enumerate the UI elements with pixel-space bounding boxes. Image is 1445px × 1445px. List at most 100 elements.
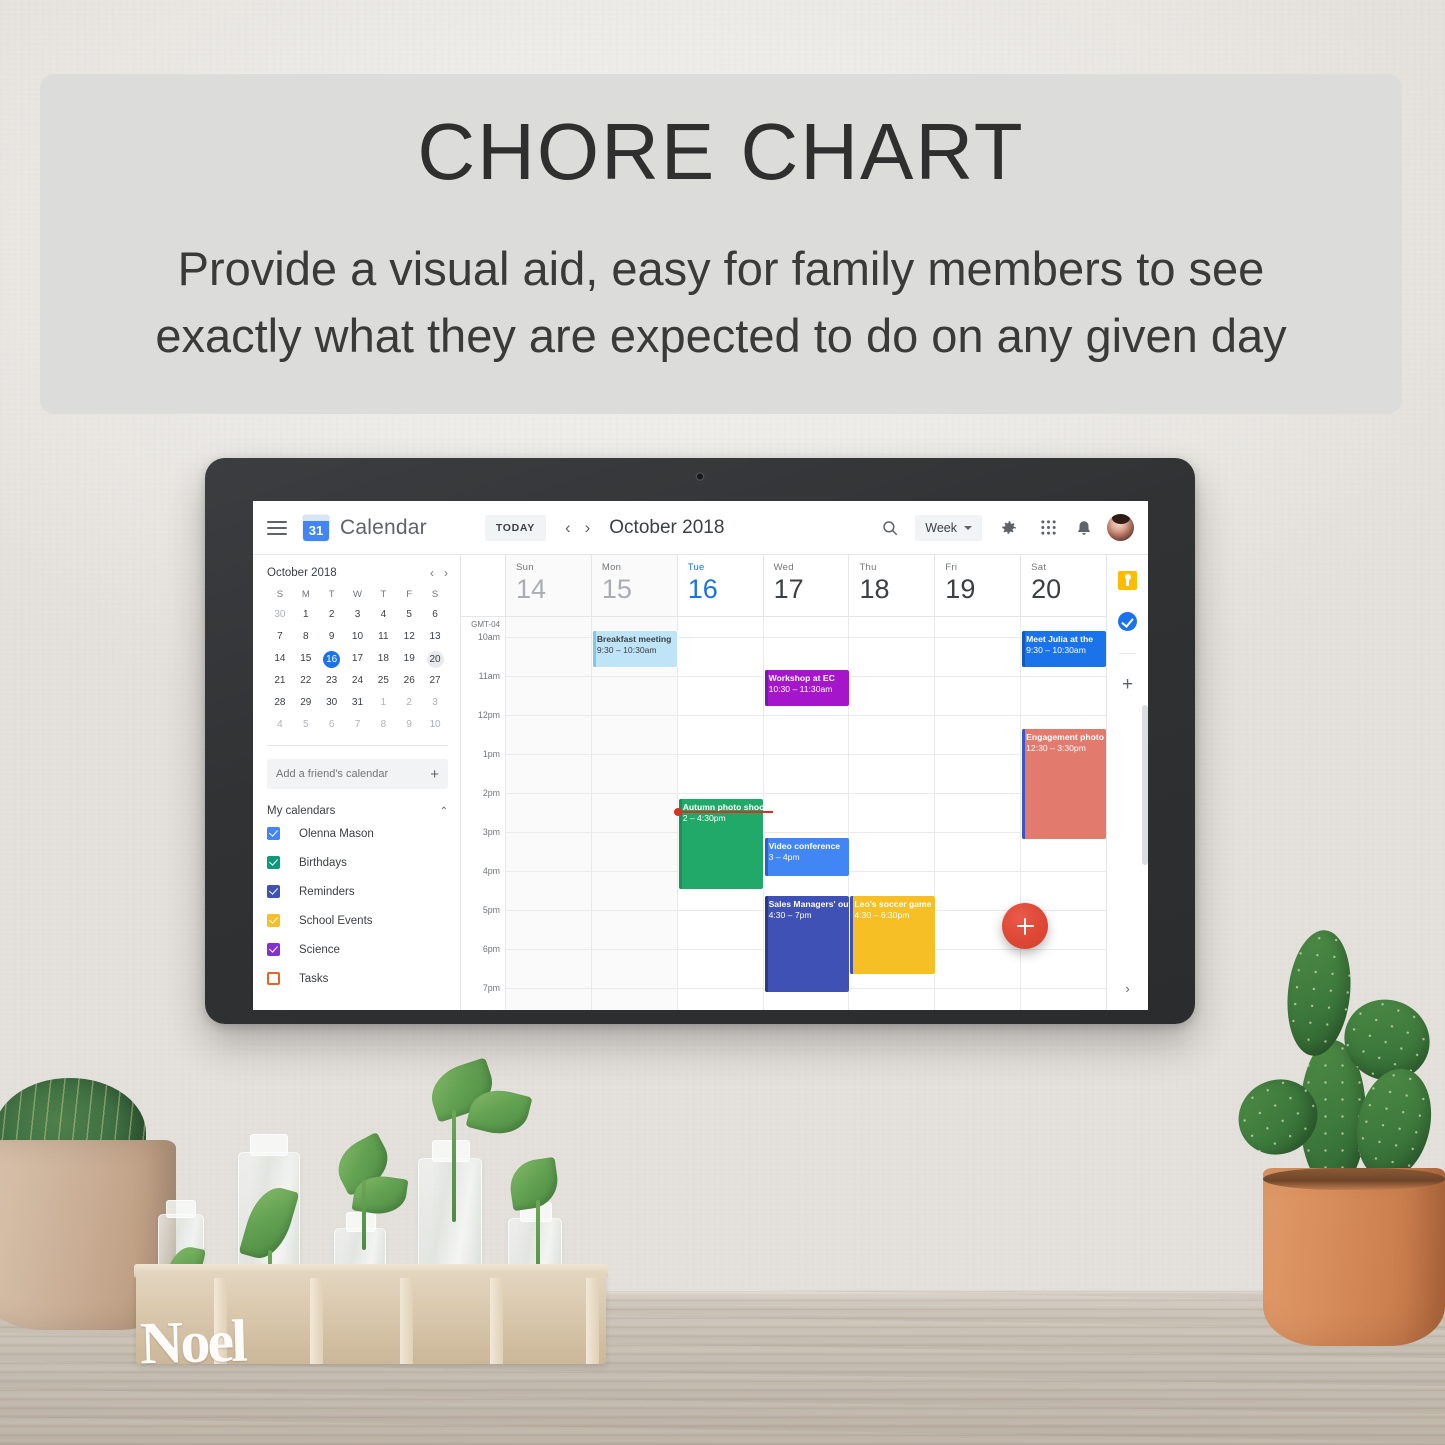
expand-panel-button[interactable]: › [1125, 981, 1129, 996]
add-addon-button[interactable]: + [1122, 675, 1133, 694]
mini-calendar-day[interactable]: 1 [370, 695, 396, 710]
calendar-checkbox[interactable] [267, 914, 280, 927]
calendar-event[interactable]: Breakfast meeting 9:30 – 10:30am [592, 631, 677, 667]
day-header-cell[interactable]: Thu 18 [848, 555, 934, 616]
day-header-number[interactable]: 15 [602, 574, 677, 605]
calendar-checkbox[interactable] [267, 885, 280, 898]
day-header-cell[interactable]: Wed 17 [762, 555, 849, 616]
add-friend-calendar-field[interactable]: + [267, 759, 448, 789]
grid-scrollbar[interactable] [1142, 705, 1148, 865]
mini-calendar-day[interactable]: 6 [422, 607, 448, 622]
mini-calendar-day[interactable]: 27 [422, 673, 448, 688]
calendar-list-item[interactable]: Olenna Mason [267, 821, 448, 846]
mini-calendar-day[interactable]: 4 [370, 607, 396, 622]
calendar-event[interactable]: Video conference 3 – 4pm [764, 838, 849, 876]
day-header-cell[interactable]: Fri 19 [934, 555, 1020, 616]
calendar-checkbox[interactable] [267, 827, 280, 840]
day-header-number[interactable]: 17 [774, 574, 849, 605]
add-friend-input[interactable] [276, 768, 431, 780]
calendar-event[interactable]: Sales Managers' outing4:30 – 7pm [764, 896, 849, 992]
mini-calendar-day[interactable]: 19 [396, 651, 422, 666]
calendar-event[interactable]: Leo's soccer game 4:30 – 6:30pm [850, 896, 935, 974]
chevron-up-icon[interactable]: ⌃ [440, 806, 448, 817]
mini-calendar-day[interactable]: 10 [345, 629, 371, 644]
calendar-event[interactable]: Workshop at EC 10:30 – 11:30am [764, 670, 849, 706]
day-header-number[interactable]: 20 [1031, 574, 1106, 605]
calendar-logo-icon[interactable]: 31 [303, 514, 329, 541]
calendar-list-item[interactable]: Tasks [267, 966, 448, 991]
mini-prev-month-button[interactable]: ‹ [430, 567, 434, 579]
mini-calendar-day[interactable]: 25 [370, 673, 396, 688]
create-event-button[interactable] [1002, 903, 1048, 949]
calendar-event[interactable]: Meet Julia at the 9:30 – 10:30am [1022, 631, 1106, 667]
calendar-checkbox[interactable] [267, 943, 280, 956]
mini-calendar-day[interactable]: 9 [319, 629, 345, 644]
day-header-number[interactable]: 18 [859, 574, 934, 605]
today-button[interactable]: TODAY [484, 514, 546, 541]
day-header-cell[interactable]: Mon 15 [590, 555, 677, 616]
mini-calendar-day[interactable]: 31 [345, 695, 371, 710]
mini-calendar-day[interactable]: 3 [422, 695, 448, 710]
mini-calendar-day[interactable]: 13 [422, 629, 448, 644]
add-friend-plus-icon[interactable]: + [430, 767, 439, 782]
prev-period-button[interactable]: ‹ [558, 518, 578, 538]
notification-bell-icon[interactable] [1075, 519, 1093, 537]
mini-calendar-day[interactable]: 30 [319, 695, 345, 710]
mini-calendar-day[interactable]: 2 [319, 607, 345, 622]
calendar-checkbox[interactable] [267, 972, 280, 985]
mini-calendar-day[interactable]: 12 [396, 629, 422, 644]
mini-calendar-day[interactable]: 16 [319, 651, 345, 668]
mini-calendar-day[interactable]: 17 [345, 651, 371, 666]
day-header-cell[interactable]: Sun 14 [505, 555, 591, 616]
mini-calendar-day[interactable]: 3 [345, 607, 371, 622]
gear-icon[interactable] [1000, 519, 1018, 537]
search-icon[interactable] [881, 519, 899, 537]
mini-calendar-day[interactable]: 20 [422, 651, 448, 668]
mini-calendar-day[interactable]: 14 [267, 651, 293, 666]
mini-calendar-day[interactable]: 9 [396, 717, 422, 732]
hamburger-icon[interactable] [267, 520, 287, 535]
calendar-list-item[interactable]: Science [267, 937, 448, 962]
calendar-list-item[interactable]: Birthdays [267, 850, 448, 875]
calendar-checkbox[interactable] [267, 856, 280, 869]
mini-calendar-day[interactable]: 15 [293, 651, 319, 666]
tasks-icon[interactable] [1118, 612, 1137, 631]
day-header-number[interactable]: 19 [945, 574, 1020, 605]
mini-calendar-day[interactable]: 8 [370, 717, 396, 732]
mini-calendar-day[interactable]: 4 [267, 717, 293, 732]
mini-calendar-day[interactable]: 21 [267, 673, 293, 688]
mini-calendar-day[interactable]: 8 [293, 629, 319, 644]
mini-calendar-day[interactable]: 29 [293, 695, 319, 710]
mini-calendar-day[interactable]: 24 [345, 673, 371, 688]
mini-calendar-day[interactable]: 18 [370, 651, 396, 666]
mini-calendar-day[interactable]: 26 [396, 673, 422, 688]
mini-calendar-day[interactable]: 7 [345, 717, 371, 732]
mini-calendar-day[interactable]: 2 [396, 695, 422, 710]
view-selector[interactable]: Week [915, 514, 982, 541]
mini-calendar-day[interactable]: 30 [267, 607, 293, 622]
mini-next-month-button[interactable]: › [444, 567, 448, 579]
day-header-cell[interactable]: Sat 20 [1020, 555, 1106, 616]
mini-calendar-day[interactable]: 10 [422, 717, 448, 732]
mini-calendar-day[interactable]: 5 [396, 607, 422, 622]
mini-calendar-day[interactable]: 23 [319, 673, 345, 688]
mini-calendar-day[interactable]: 22 [293, 673, 319, 688]
keep-icon[interactable] [1118, 571, 1137, 590]
day-header-number[interactable]: 16 [688, 574, 763, 605]
mini-calendar-day[interactable]: 5 [293, 717, 319, 732]
mini-calendar-day[interactable]: 1 [293, 607, 319, 622]
mini-calendar-day[interactable]: 6 [319, 717, 345, 732]
mini-calendar-day[interactable]: 28 [267, 695, 293, 710]
day-header-number[interactable]: 14 [516, 574, 591, 605]
mini-calendar-day[interactable]: 11 [370, 629, 396, 644]
next-period-button[interactable]: › [578, 518, 598, 538]
calendar-list-item[interactable]: Reminders [267, 879, 448, 904]
apps-grid-icon[interactable] [1040, 519, 1057, 536]
mini-calendar-grid[interactable]: S M T W T F S 30 1 2 3 4 5 6 7 8 9 10 11 12 13 14 15 16 17 18 19 20… [267, 589, 448, 732]
mini-calendar-day[interactable]: 7 [267, 629, 293, 644]
calendar-event[interactable]: Engagement photo session12:30 – 3:30pm [1022, 729, 1106, 839]
day-header-cell[interactable]: Tue 16 [676, 555, 763, 616]
my-calendars-header[interactable]: My calendars ⌃ [267, 805, 448, 817]
calendar-list-item[interactable]: School Events [267, 908, 448, 933]
avatar[interactable] [1107, 514, 1134, 541]
